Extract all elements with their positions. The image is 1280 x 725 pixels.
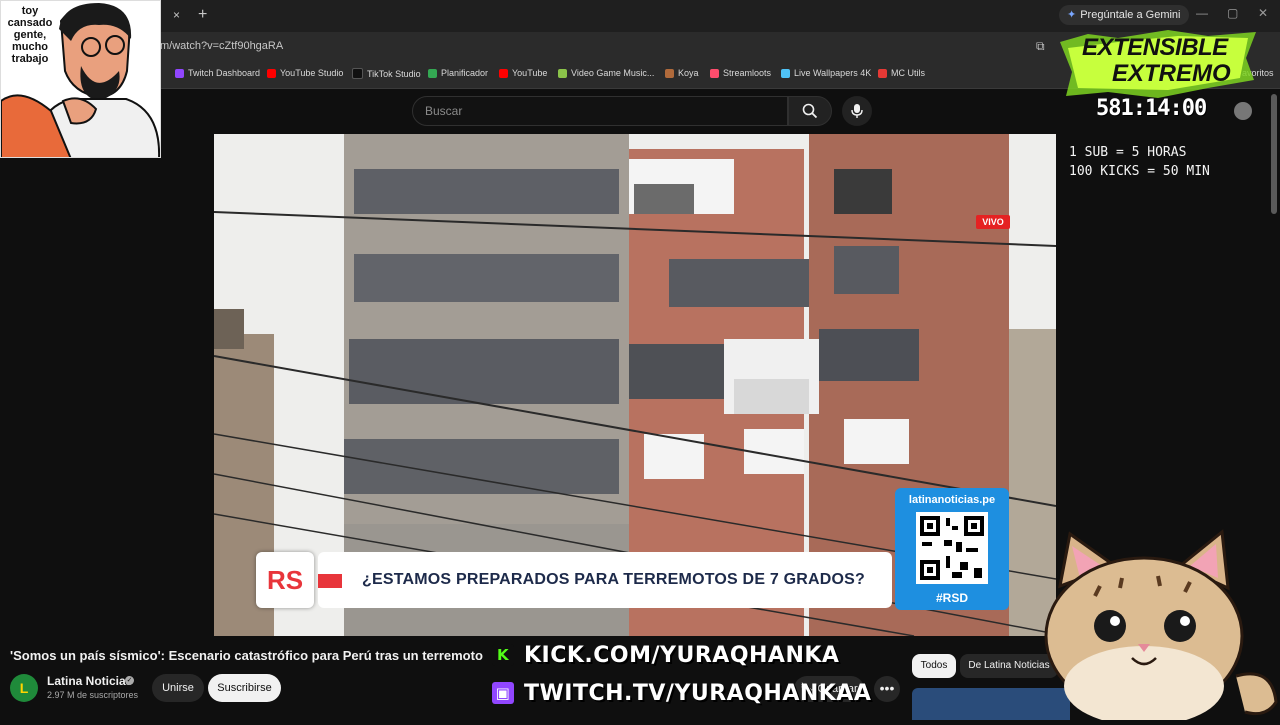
search-placeholder: Buscar [425, 104, 463, 118]
bookmark-live-wallpapers[interactable]: Live Wallpapers 4K [781, 68, 871, 78]
twitch-handle: ▣ TWITCH.TV/YURAQHANKAA [492, 676, 871, 710]
twitch-icon [175, 68, 184, 78]
news-lower-third: RS ¿ESTAMOS PREPARADOS PARA TERREMOTOS D… [256, 550, 892, 610]
twitch-logo-icon: ▣ [492, 682, 514, 704]
chip-todos[interactable]: Todos [912, 654, 956, 678]
live-badge: VIVO [976, 215, 1010, 229]
more-actions-button[interactable]: ••• [874, 676, 900, 702]
qr-code-panel: latinanoticias.pe #RSD [895, 488, 1009, 610]
koya-icon [665, 68, 674, 78]
channel-avatar[interactable]: L [10, 674, 38, 702]
cat-illustration [1044, 529, 1278, 725]
verified-check-icon: ✓ [125, 676, 134, 685]
search-input[interactable]: Buscar [412, 96, 788, 126]
webcam-caption: toy cansado gente, mucho trabajo [7, 5, 53, 65]
cat-mascot-overlay [1040, 526, 1280, 725]
qr-hashtag: #RSD [935, 591, 968, 605]
qr-url: latinanoticias.pe [908, 494, 996, 506]
kick-logo-icon: K [492, 644, 514, 666]
tab-close-icon[interactable]: × [173, 8, 180, 22]
bookmark-streamloots[interactable]: Streamloots [710, 68, 771, 78]
profile-avatar[interactable] [1234, 102, 1252, 120]
music-icon [558, 68, 567, 78]
gemini-star-icon: ✦ [1067, 9, 1077, 21]
bookmark-youtube[interactable]: YouTube [499, 68, 547, 78]
subscriber-count: 2.97 M de suscriptores [47, 690, 139, 700]
youtube-icon [499, 68, 508, 78]
kick-handle: K KICK.COM/YURAQHANKA [492, 638, 839, 672]
bookmark-youtube-studio[interactable]: YouTube Studio [267, 68, 343, 78]
bookmark-tiktok-studio[interactable]: TikTok Studio [352, 68, 421, 79]
qr-code-icon [916, 512, 988, 584]
bookmark-mc-utils[interactable]: MC Utils [878, 68, 925, 78]
planner-icon [428, 68, 437, 78]
search-icon [802, 103, 818, 119]
streamer-avatar-overlay: toy cansado gente, mucho trabajo [0, 0, 161, 158]
subathon-timer: 581:14:00 [1096, 96, 1207, 121]
join-button[interactable]: Unirse [152, 674, 204, 702]
youtube-studio-icon [267, 68, 276, 78]
page-scrollbar[interactable] [1271, 94, 1277, 214]
bookmark-video-game-music[interactable]: Video Game Music... [558, 68, 654, 78]
streamloots-icon [710, 68, 719, 78]
rs-logo: RS [256, 552, 314, 608]
bookmark-twitch-dashboard[interactable]: Twitch Dashboard [175, 68, 260, 78]
rule-sub: 1 SUB = 5 HORAS [1069, 145, 1187, 160]
brand-line-2: EXTREMO [1112, 60, 1231, 87]
headline-text: ¿ESTAMOS PREPARADOS PARA TERREMOTOS DE 7… [362, 571, 865, 588]
search-button[interactable] [788, 96, 832, 126]
rule-kicks: 100 KICKS = 50 MIN [1069, 164, 1210, 179]
wallpaper-icon [781, 68, 790, 78]
cast-icon[interactable]: ⧉ [1036, 39, 1045, 54]
maximize-icon[interactable]: ▢ [1227, 6, 1238, 20]
voice-search-button[interactable] [842, 96, 872, 126]
window-close-icon[interactable]: ✕ [1258, 6, 1268, 20]
new-tab-button[interactable]: + [198, 6, 207, 24]
gemini-button[interactable]: ✦ Pregúntale a Gemini [1059, 5, 1189, 25]
bookmark-koya[interactable]: Koya [665, 68, 699, 78]
microphone-icon [851, 104, 863, 118]
tiktok-icon [352, 68, 363, 79]
video-title: 'Somos un país sísmico': Escenario catas… [10, 648, 483, 663]
minimize-icon[interactable]: — [1196, 6, 1208, 20]
address-bar[interactable]: m/watch?v=cZtf90hgaRA [160, 40, 283, 52]
extensible-extremo-logo: EXTENSIBLE EXTREMO [1058, 28, 1258, 100]
subscribe-button[interactable]: Suscribirse [208, 674, 281, 702]
bookmark-planificador[interactable]: Planificador [428, 68, 488, 78]
subathon-rules: 1 SUB = 5 HORAS 100 KICKS = 50 MIN [1069, 143, 1210, 181]
channel-name[interactable]: Latina Noticias [47, 674, 132, 688]
mc-utils-icon [878, 68, 887, 78]
brand-line-1: EXTENSIBLE [1082, 34, 1228, 61]
